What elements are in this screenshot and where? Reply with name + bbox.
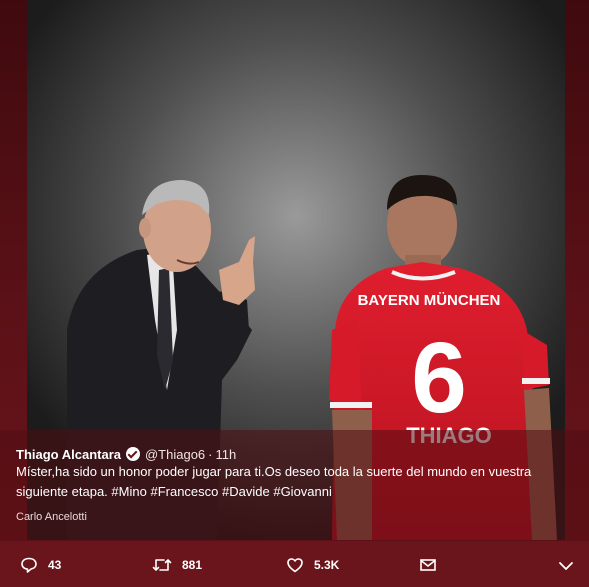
hashtag-link[interactable]: #Francesco <box>150 484 218 499</box>
tweet-action-bar: 43 881 5.3K <box>0 540 589 587</box>
author-handle[interactable]: @Thiago6 <box>145 447 205 462</box>
verified-badge-icon <box>125 447 140 461</box>
retweet-button[interactable]: 881 <box>152 556 202 574</box>
tweet-author-row: Thiago Alcantara @Thiago6 · 11h <box>16 445 236 463</box>
reply-count: 43 <box>48 558 62 572</box>
chevron-down-icon <box>559 562 573 570</box>
hashtag-link[interactable]: #Mino <box>111 484 146 499</box>
tweet-timestamp[interactable]: 11h <box>216 447 237 462</box>
reply-icon <box>21 557 37 573</box>
direct-message-button[interactable] <box>419 556 447 574</box>
reply-button[interactable]: 43 <box>20 556 61 574</box>
author-name[interactable]: Thiago Alcantara <box>16 447 121 462</box>
envelope-icon <box>420 559 436 571</box>
hashtag-link[interactable]: #Davide <box>222 484 270 499</box>
tweet-text-line-1: Míster,ha sido un honor poder jugar para… <box>16 464 532 479</box>
jersey-number: 6 <box>411 322 467 434</box>
retweet-icon <box>152 559 172 571</box>
photo-caption: Carlo Ancelotti <box>16 511 87 523</box>
like-count: 5.3K <box>314 558 340 572</box>
separator-dot: · <box>208 446 213 462</box>
tweet-text-line-2-prefix: siguiente etapa. <box>16 484 108 499</box>
more-options-button[interactable] <box>558 557 584 575</box>
jersey-text: BAYERN MÜNCHEN <box>358 292 501 309</box>
retweet-count: 881 <box>182 558 203 572</box>
like-button[interactable]: 5.3K <box>286 556 339 574</box>
heart-icon <box>287 558 303 573</box>
tweet-text-line-2: siguiente etapa. #Mino #Francesco #David… <box>16 482 576 502</box>
tweet-text: Míster,ha sido un honor poder jugar para… <box>16 462 576 502</box>
hashtag-link[interactable]: #Giovanni <box>273 484 332 499</box>
